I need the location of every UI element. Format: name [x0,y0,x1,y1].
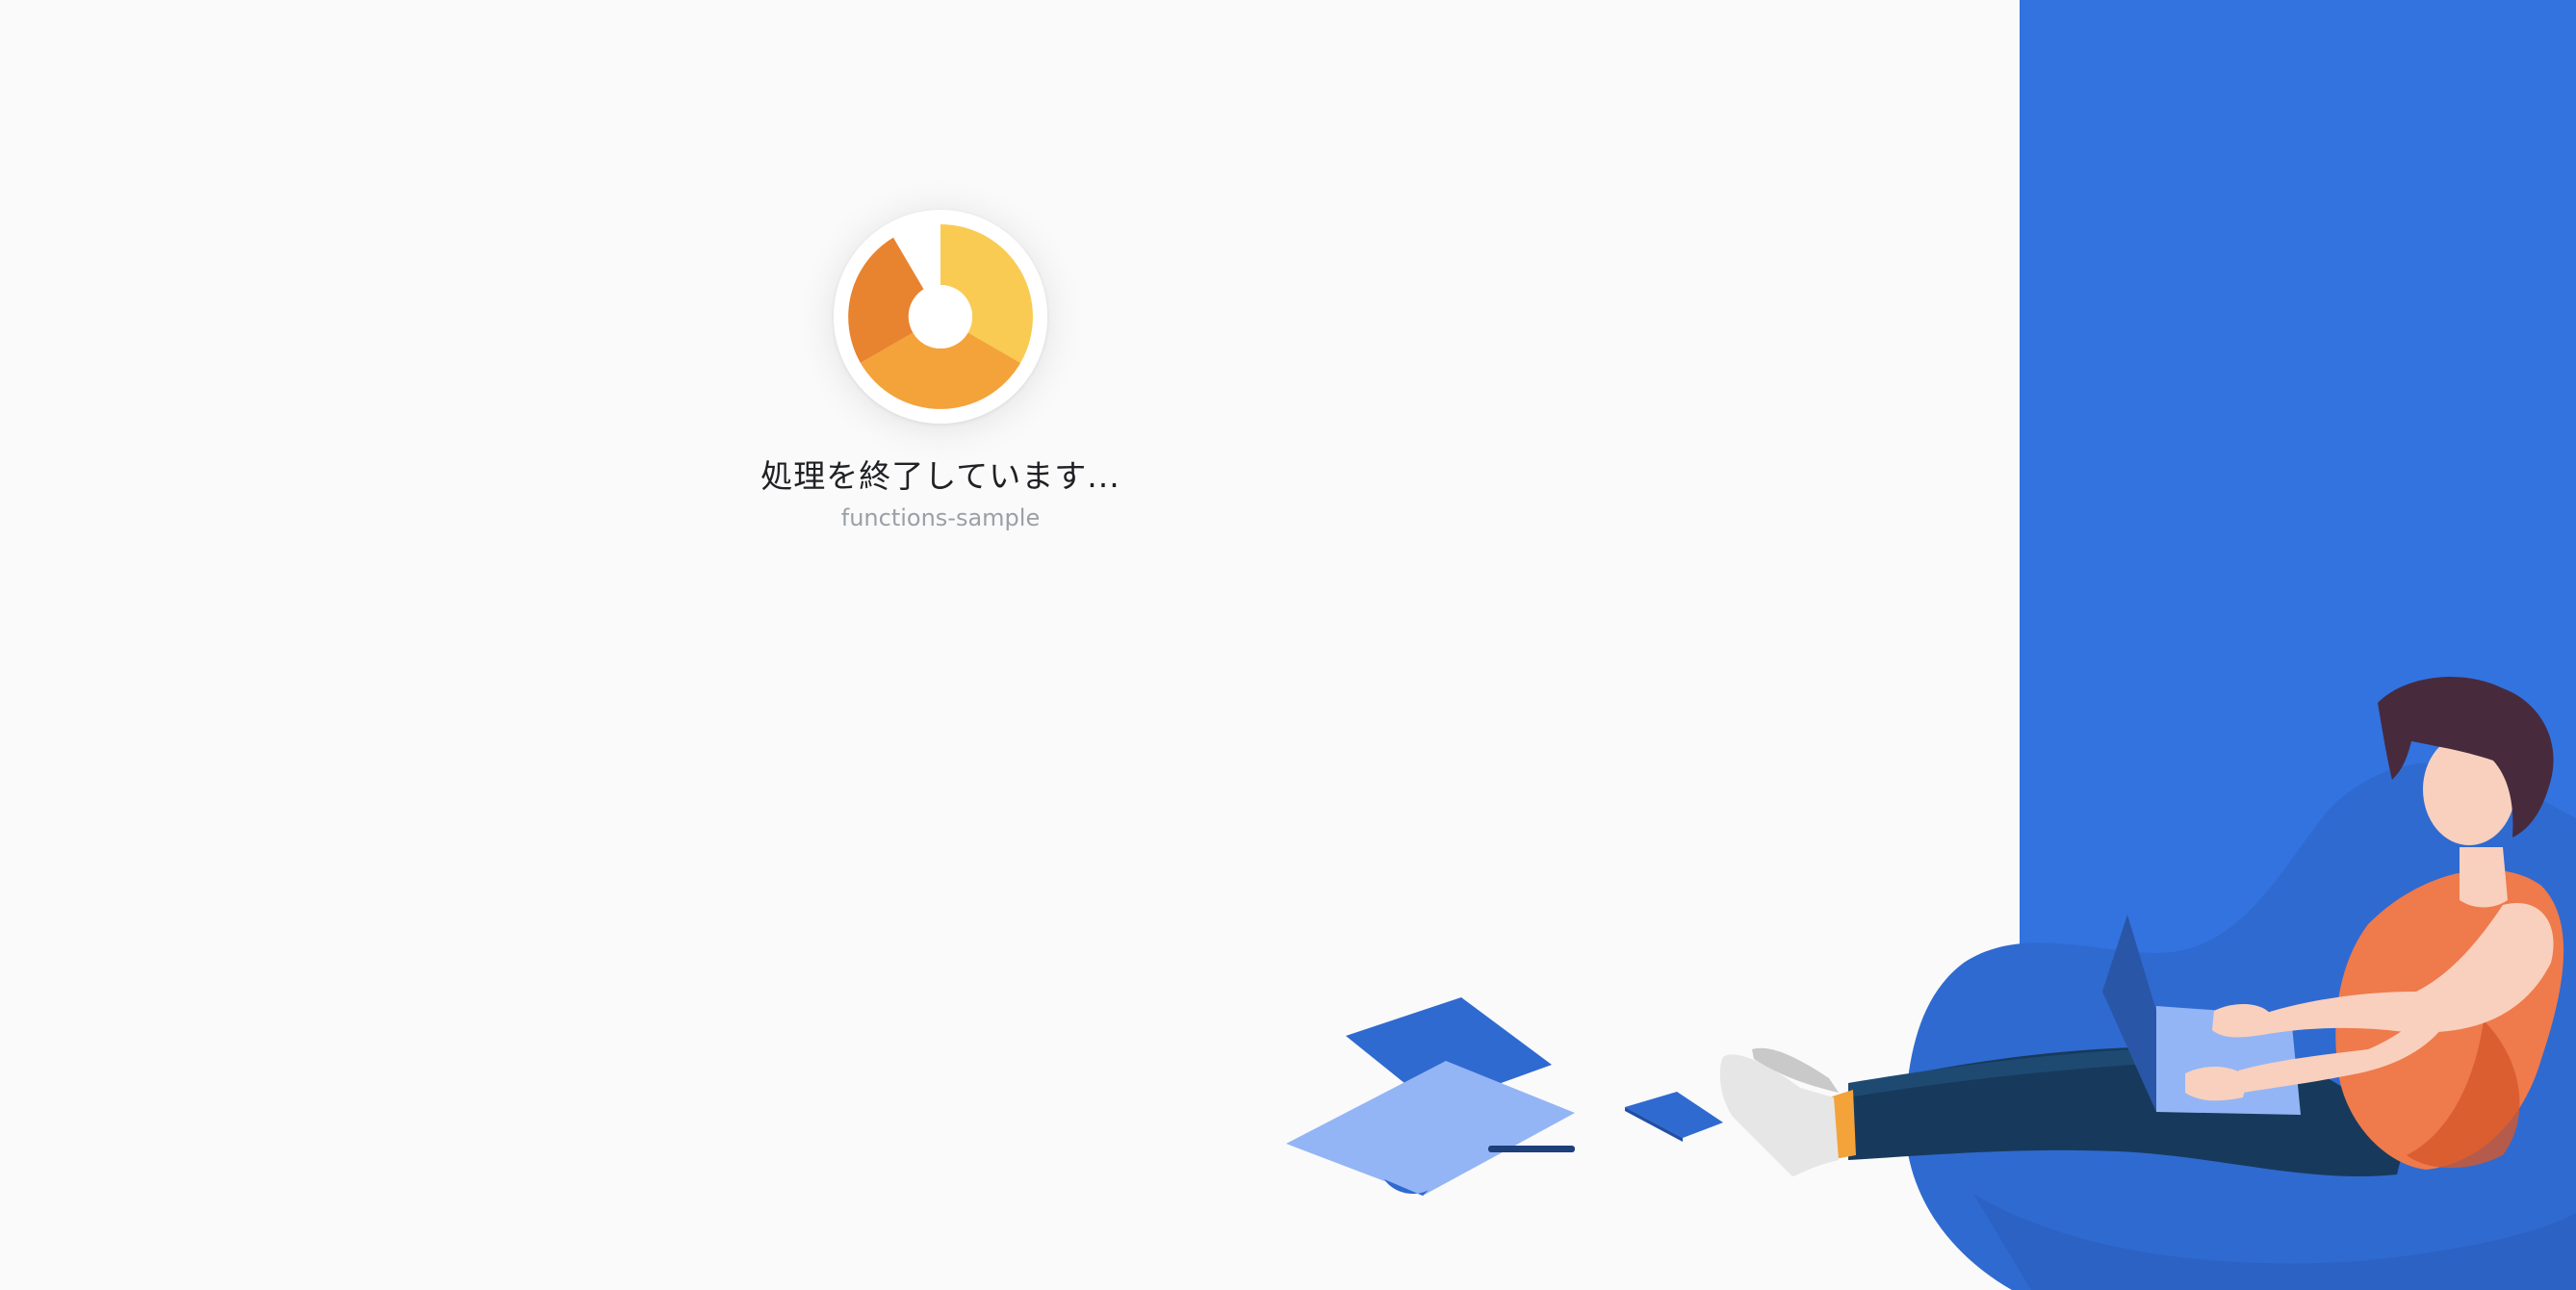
status-title: 処理を終了しています... [760,457,1121,495]
pen [1488,1146,1575,1152]
loader-graphic [834,210,1047,424]
light-paper [1286,1061,1575,1196]
shoe-left [1719,1054,1839,1176]
blue-paper [1346,997,1552,1107]
project-name: functions-sample [840,504,1041,531]
illustration-background-panel [2020,0,2576,1290]
page: 処理を終了しています... functions-sample [0,0,2576,1290]
loading-spinner-icon [834,210,1047,424]
phone [1625,1092,1723,1138]
